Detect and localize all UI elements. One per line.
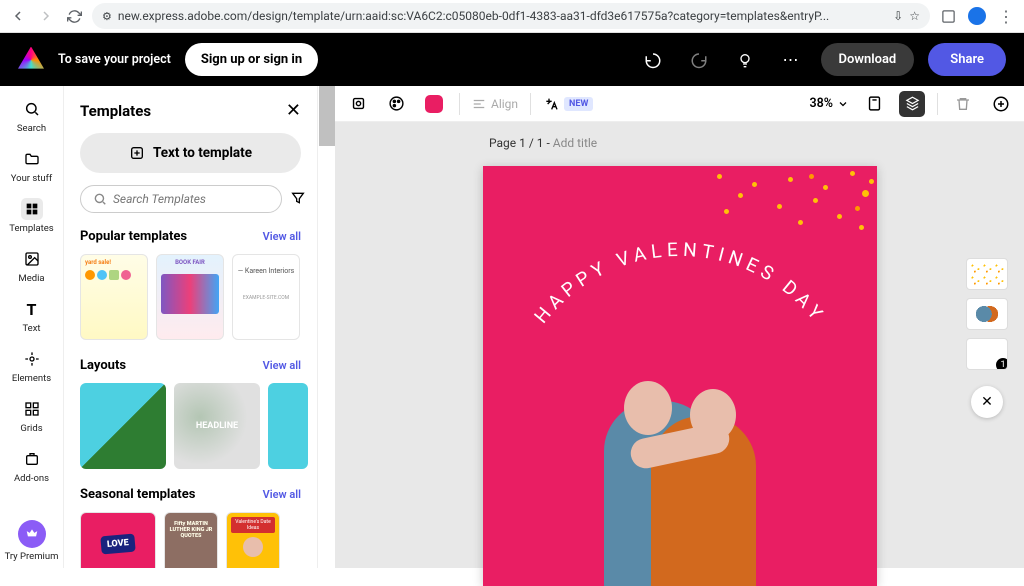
seasonal-view-all[interactable]: View all	[263, 488, 301, 501]
text-icon: T	[21, 298, 43, 320]
seasonal-title: Seasonal templates	[80, 487, 195, 502]
canvas-toolbar: Align NEW 38%	[335, 86, 1024, 122]
download-button[interactable]: Download	[821, 43, 915, 76]
forward-icon[interactable]	[36, 6, 56, 26]
undo-icon[interactable]	[637, 44, 669, 76]
app-header: To save your project Sign up or sign in …	[0, 33, 1024, 86]
install-icon[interactable]: ⇩	[893, 9, 903, 23]
reload-icon[interactable]	[64, 6, 84, 26]
layout-card[interactable]	[268, 383, 308, 469]
layouts-title: Layouts	[80, 358, 126, 373]
star-icon[interactable]: ☆	[909, 9, 920, 23]
sparkle-icon	[129, 145, 145, 161]
rail-elements[interactable]: Elements	[4, 342, 60, 390]
more-icon[interactable]: ⋯	[775, 44, 807, 76]
chevron-down-icon	[837, 98, 849, 110]
back-icon[interactable]	[8, 6, 28, 26]
couple-image[interactable]	[580, 371, 780, 586]
rail-text[interactable]: TText	[4, 292, 60, 340]
badge: 1	[996, 358, 1008, 370]
browser-chrome: ⚙ new.express.adobe.com/design/template/…	[0, 0, 1024, 33]
page-label[interactable]: Page 1 / 1 - Add title	[489, 136, 597, 150]
rail-your-stuff[interactable]: Your stuff	[4, 142, 60, 190]
pages-icon[interactable]	[861, 91, 887, 117]
template-card[interactable]: LOVE	[80, 512, 156, 568]
canvas-page[interactable]: HAPPY VALENTINES DAY	[483, 166, 877, 586]
layouts-view-all[interactable]: View all	[263, 359, 301, 372]
color-swatch[interactable]	[421, 91, 447, 117]
rail-search[interactable]: Search	[4, 92, 60, 140]
template-card[interactable]: — Kareen InteriorsEXAMPLE-SITE.COM	[232, 254, 300, 340]
rail-premium[interactable]: Try Premium	[4, 514, 60, 568]
text-to-template-button[interactable]: Text to template	[80, 133, 301, 173]
lightbulb-icon[interactable]	[729, 44, 761, 76]
search-icon	[93, 192, 107, 206]
save-prompt: To save your project	[58, 52, 171, 67]
close-panel-icon[interactable]: ✕	[286, 100, 301, 121]
templates-panel: Templates ✕ Text to template Popular tem…	[64, 86, 318, 568]
search-templates-input[interactable]	[80, 185, 282, 213]
popular-view-all[interactable]: View all	[263, 230, 301, 243]
filter-icon[interactable]	[290, 190, 306, 208]
grids-icon	[21, 398, 43, 420]
close-thumbs-icon[interactable]: ✕	[971, 386, 1003, 418]
layer-thumb[interactable]	[966, 258, 1008, 290]
elements-icon	[21, 348, 43, 370]
signup-button[interactable]: Sign up or sign in	[185, 43, 318, 76]
layer-thumb[interactable]	[966, 298, 1008, 330]
template-card[interactable]: yard sale!	[80, 254, 148, 340]
canvas-area[interactable]: Page 1 / 1 - Add title HAPPY VALENTINES …	[335, 122, 1024, 568]
template-card[interactable]: BOOK FAIR	[156, 254, 224, 340]
panel-title: Templates	[80, 102, 151, 120]
rail-media[interactable]: Media	[4, 242, 60, 290]
redo-icon[interactable]	[683, 44, 715, 76]
rail-templates[interactable]: Templates	[4, 192, 60, 240]
share-button[interactable]: Share	[928, 43, 1006, 76]
layout-card[interactable]	[80, 383, 166, 469]
zoom-control[interactable]: 38%	[809, 96, 849, 111]
palette-icon[interactable]	[383, 91, 409, 117]
rail-addons[interactable]: Add-ons	[4, 442, 60, 490]
templates-icon	[21, 198, 43, 220]
search-icon	[21, 98, 43, 120]
svg-text:HAPPY VALENTINES DAY: HAPPY VALENTINES DAY	[529, 238, 830, 328]
adobe-express-logo[interactable]	[18, 47, 44, 73]
addons-icon	[21, 448, 43, 470]
layer-thumb[interactable]: 1	[966, 338, 1008, 370]
delete-icon[interactable]	[950, 91, 976, 117]
arc-text[interactable]: HAPPY VALENTINES DAY	[483, 236, 877, 356]
popular-title: Popular templates	[80, 229, 187, 244]
translate-button[interactable]: NEW	[543, 96, 593, 112]
layer-thumbnails: 1 ✕	[966, 258, 1008, 418]
layout-card[interactable]: HEADLINE	[174, 383, 260, 469]
url-bar[interactable]: ⚙ new.express.adobe.com/design/template/…	[92, 3, 930, 29]
left-rail: Search Your stuff Templates Media TText …	[0, 86, 64, 568]
menu-icon[interactable]: ⋮	[996, 6, 1016, 26]
site-info-icon[interactable]: ⚙	[102, 10, 112, 23]
panel-scrollbar[interactable]	[319, 86, 335, 146]
add-page-icon[interactable]	[988, 91, 1014, 117]
rail-grids[interactable]: Grids	[4, 392, 60, 440]
crop-icon[interactable]	[345, 91, 371, 117]
template-card[interactable]: Fifty MARTIN LUTHER KING JR QUOTES	[164, 512, 218, 568]
folder-icon	[21, 148, 43, 170]
crown-icon	[18, 520, 46, 548]
template-card[interactable]: Valentine's Date Ideas	[226, 512, 280, 568]
profile-avatar[interactable]	[968, 7, 986, 25]
extensions-icon[interactable]	[938, 6, 958, 26]
url-text: new.express.adobe.com/design/template/ur…	[118, 9, 887, 23]
align-button: Align	[472, 97, 518, 111]
media-icon	[21, 248, 43, 270]
layers-icon[interactable]	[899, 91, 925, 117]
